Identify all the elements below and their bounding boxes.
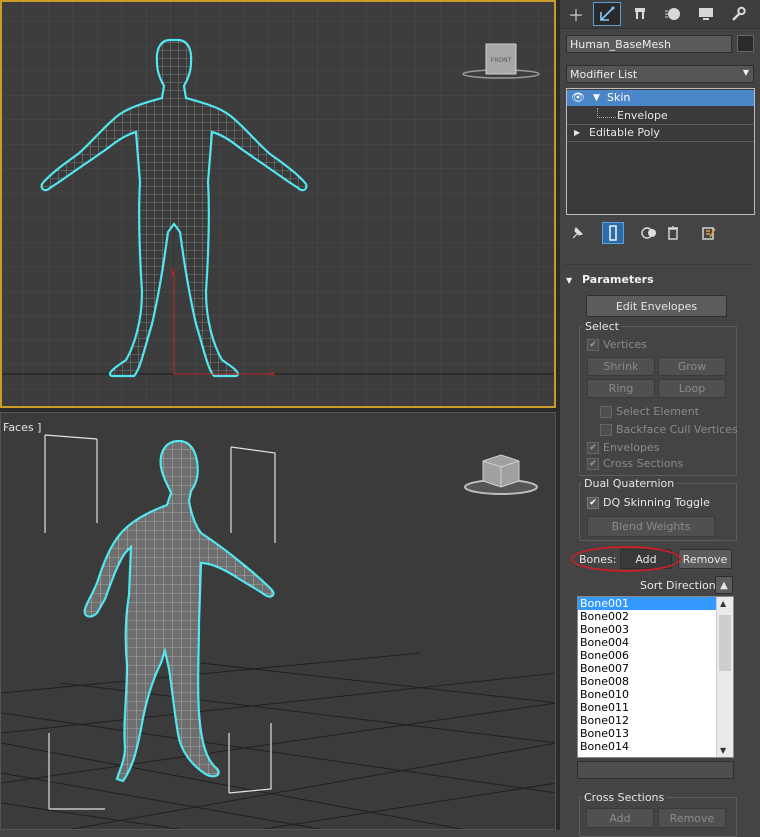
character-mesh-perspective [83,439,275,783]
modify-icon[interactable] [593,2,621,26]
stack-item-label: Editable Poly [589,126,660,139]
utilities-icon[interactable] [724,2,752,26]
bone-list-item[interactable]: Bone006 [578,649,716,662]
make-unique-icon[interactable] [638,222,660,244]
expand-triangle-icon[interactable]: ▶ [574,125,580,141]
backface-cull-checkbox[interactable]: Backface Cull Vertices [600,423,738,436]
ring-button[interactable]: Ring [587,379,655,398]
view-cube-label: FRONT [491,57,512,64]
blend-weights-button[interactable]: Blend Weights [587,516,715,537]
display-icon[interactable] [692,2,720,26]
bones-list-scrollbar[interactable]: ▲ ▼ [716,597,733,757]
scroll-up-icon[interactable]: ▲ [720,599,726,608]
vertices-label: Vertices [603,338,647,351]
remove-bone-button[interactable]: Remove [678,549,732,569]
eye-icon[interactable]: 👁 [571,90,585,106]
grow-button[interactable]: Grow [658,357,726,376]
bones-list[interactable]: Bone001 Bone002 Bone003 Bone004 Bone006 Bone0… [577,596,734,758]
envelopes-checkbox[interactable]: ✔ Envelopes [587,441,659,454]
envelopes-label: Envelopes [603,441,660,454]
axis-x-label: x [270,369,276,380]
configure-modifier-sets-icon[interactable] [698,222,720,244]
select-element-label: Select Element [616,405,699,418]
bone-list-item[interactable]: Bone011 [578,701,716,714]
object-color-swatch[interactable] [737,35,754,52]
expand-triangle-icon[interactable]: ▼ [593,90,600,106]
highlight-annotation [571,546,681,572]
object-name-field[interactable]: Human_BaseMesh [566,35,732,53]
select-group-label: Select [583,320,621,333]
remove-modifier-icon[interactable] [662,222,684,244]
viewport-label: Faces ] [3,421,41,434]
front-viewport-canvas: y x FRONT [2,2,554,406]
motion-icon[interactable] [659,2,687,26]
dq-skinning-toggle-label: DQ Skinning Toggle [603,496,710,509]
bone-list-item[interactable]: Bone004 [578,636,716,649]
pin-stack-icon[interactable] [566,222,588,244]
backface-cull-label: Backface Cull Vertices [616,423,738,436]
show-end-result-icon[interactable] [602,222,624,244]
cross-sections-group-label: Cross Sections [582,791,667,804]
tree-connector [597,108,616,118]
command-panel-tabs: ＋ [560,0,760,29]
view-cube-perspective[interactable] [464,454,538,495]
parameters-rollout-header[interactable]: ▼ Parameters [566,271,742,289]
modifier-stack: 👁 ▼ Skin Envelope ▶ Editable Poly [566,88,755,215]
bone-list-item[interactable]: Bone014 [578,740,716,753]
stack-item-editable-poly[interactable]: ▶ Editable Poly [567,125,754,141]
perspective-viewport-canvas: Faces ] [1,421,555,829]
perspective-viewport[interactable]: Faces ] [0,412,556,830]
shrink-button[interactable]: Shrink [587,357,655,376]
edit-envelopes-button[interactable]: Edit Envelopes [586,295,727,317]
chevron-down-icon: ▼ [742,68,749,77]
select-element-checkbox[interactable]: Select Element [600,405,699,418]
sort-direction-button[interactable]: ▲ [715,576,733,594]
bone-list-item[interactable]: Bone003 [578,623,716,636]
create-icon[interactable]: ＋ [562,2,590,26]
cross-sections-label: Cross Sections [603,457,684,470]
axis-y-label: y [170,266,176,277]
cross-section-add-button[interactable]: Add [586,808,654,828]
rollout-collapse-icon: ▼ [566,276,573,285]
bones-list-items: Bone001 Bone002 Bone003 Bone004 Bone006 Bone0… [578,597,733,753]
scroll-down-icon[interactable]: ▼ [720,746,726,755]
stack-item-skin[interactable]: 👁 ▼ Skin [567,90,754,106]
dual-quaternion-label: Dual Quaternion [582,477,677,490]
bone-list-item[interactable]: Bone001 [578,597,716,610]
triangle-up-icon: ▲ [720,579,728,591]
modifier-list-dropdown[interactable]: Modifier List ▼ [566,65,754,83]
cross-section-remove-button[interactable]: Remove [658,808,726,828]
command-panel: ＋ Human_BaseMesh Modifier List ▼ 👁 ▼ Ski… [560,0,760,837]
hierarchy-icon[interactable] [626,2,654,26]
dq-skinning-toggle-checkbox[interactable]: ✔ DQ Skinning Toggle [587,496,710,509]
scroll-thumb[interactable] [719,615,731,671]
bone-list-item[interactable]: Bone002 [578,610,716,623]
bone-list-item[interactable]: Bone008 [578,675,716,688]
stack-item-envelope[interactable]: Envelope [567,108,754,124]
front-viewport[interactable]: y x FRONT [0,0,556,408]
vertices-checkbox[interactable]: ✔ Vertices [587,338,647,351]
bone-list-item[interactable]: Bone010 [578,688,716,701]
bone-list-item[interactable]: Bone007 [578,662,716,675]
stack-item-label: Skin [607,91,631,104]
cross-sections-checkbox[interactable]: ✔ Cross Sections [587,457,683,470]
loop-button[interactable]: Loop [658,379,726,398]
bone-list-item[interactable]: Bone013 [578,727,716,740]
sort-direction-label: Sort Direction: [640,579,720,592]
modifier-list-label: Modifier List [570,68,638,81]
stack-item-label: Envelope [617,109,668,122]
bone-list-item[interactable]: Bone012 [578,714,716,727]
bone-name-field[interactable] [577,761,734,779]
rollout-title: Parameters [582,273,654,286]
